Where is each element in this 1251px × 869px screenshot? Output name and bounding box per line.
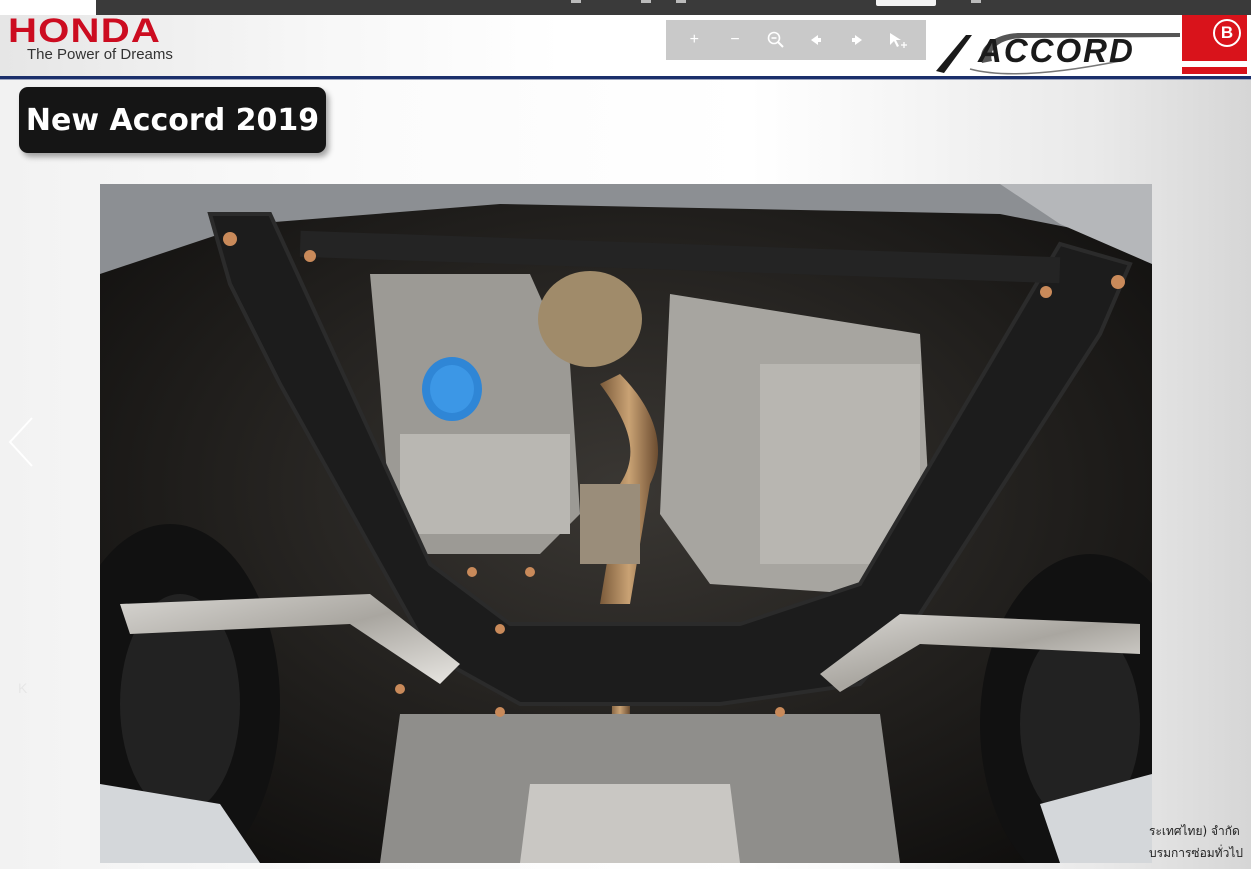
footnote-service: บรมการซ่อมทั่วไป [1149,846,1243,860]
strip-tick [641,0,651,3]
dealer-badge: B [1182,15,1247,74]
arrow-left-icon [811,35,822,45]
rotate-left-button[interactable] [800,25,832,55]
viewer-toolbar: + − [666,20,926,60]
slide-title-pill: New Accord 2019 [19,87,326,153]
arrow-right-icon [851,35,862,45]
chevron-left-icon [8,417,33,467]
plus-icon: + [689,31,699,48]
zoom-reset-button[interactable] [760,25,792,55]
engine-underside-photo [100,184,1152,863]
accord-logo-text: ACCORD [978,32,1135,69]
zoom-out-button[interactable]: − [719,25,751,55]
badge-letter: B [1213,19,1241,47]
first-page-icon: K [18,680,28,696]
zoom-in-button[interactable]: + [678,25,710,55]
viewer-page-tab[interactable] [876,0,936,6]
strip-tick [971,0,981,3]
rotate-right-button[interactable] [841,25,873,55]
honda-tagline: The Power of Dreams [27,46,173,63]
pointer-button[interactable] [882,25,914,55]
pointer-plus-icon [889,33,907,48]
strip-tick [676,0,686,3]
footnote-company: ระเทศไทย) จำกัด [1149,824,1240,838]
magnifier-minus-icon [767,31,784,48]
badge-bar [1182,61,1247,67]
slide-title: New Accord 2019 [25,102,320,138]
minus-icon: − [730,31,740,48]
previous-page-button[interactable] [6,412,38,472]
strip-tick [571,0,581,3]
first-page-button[interactable]: K [18,680,36,698]
header-rule-thin [0,79,1251,80]
photo-illustration [100,184,1152,863]
viewer-top-strip [96,0,1251,15]
